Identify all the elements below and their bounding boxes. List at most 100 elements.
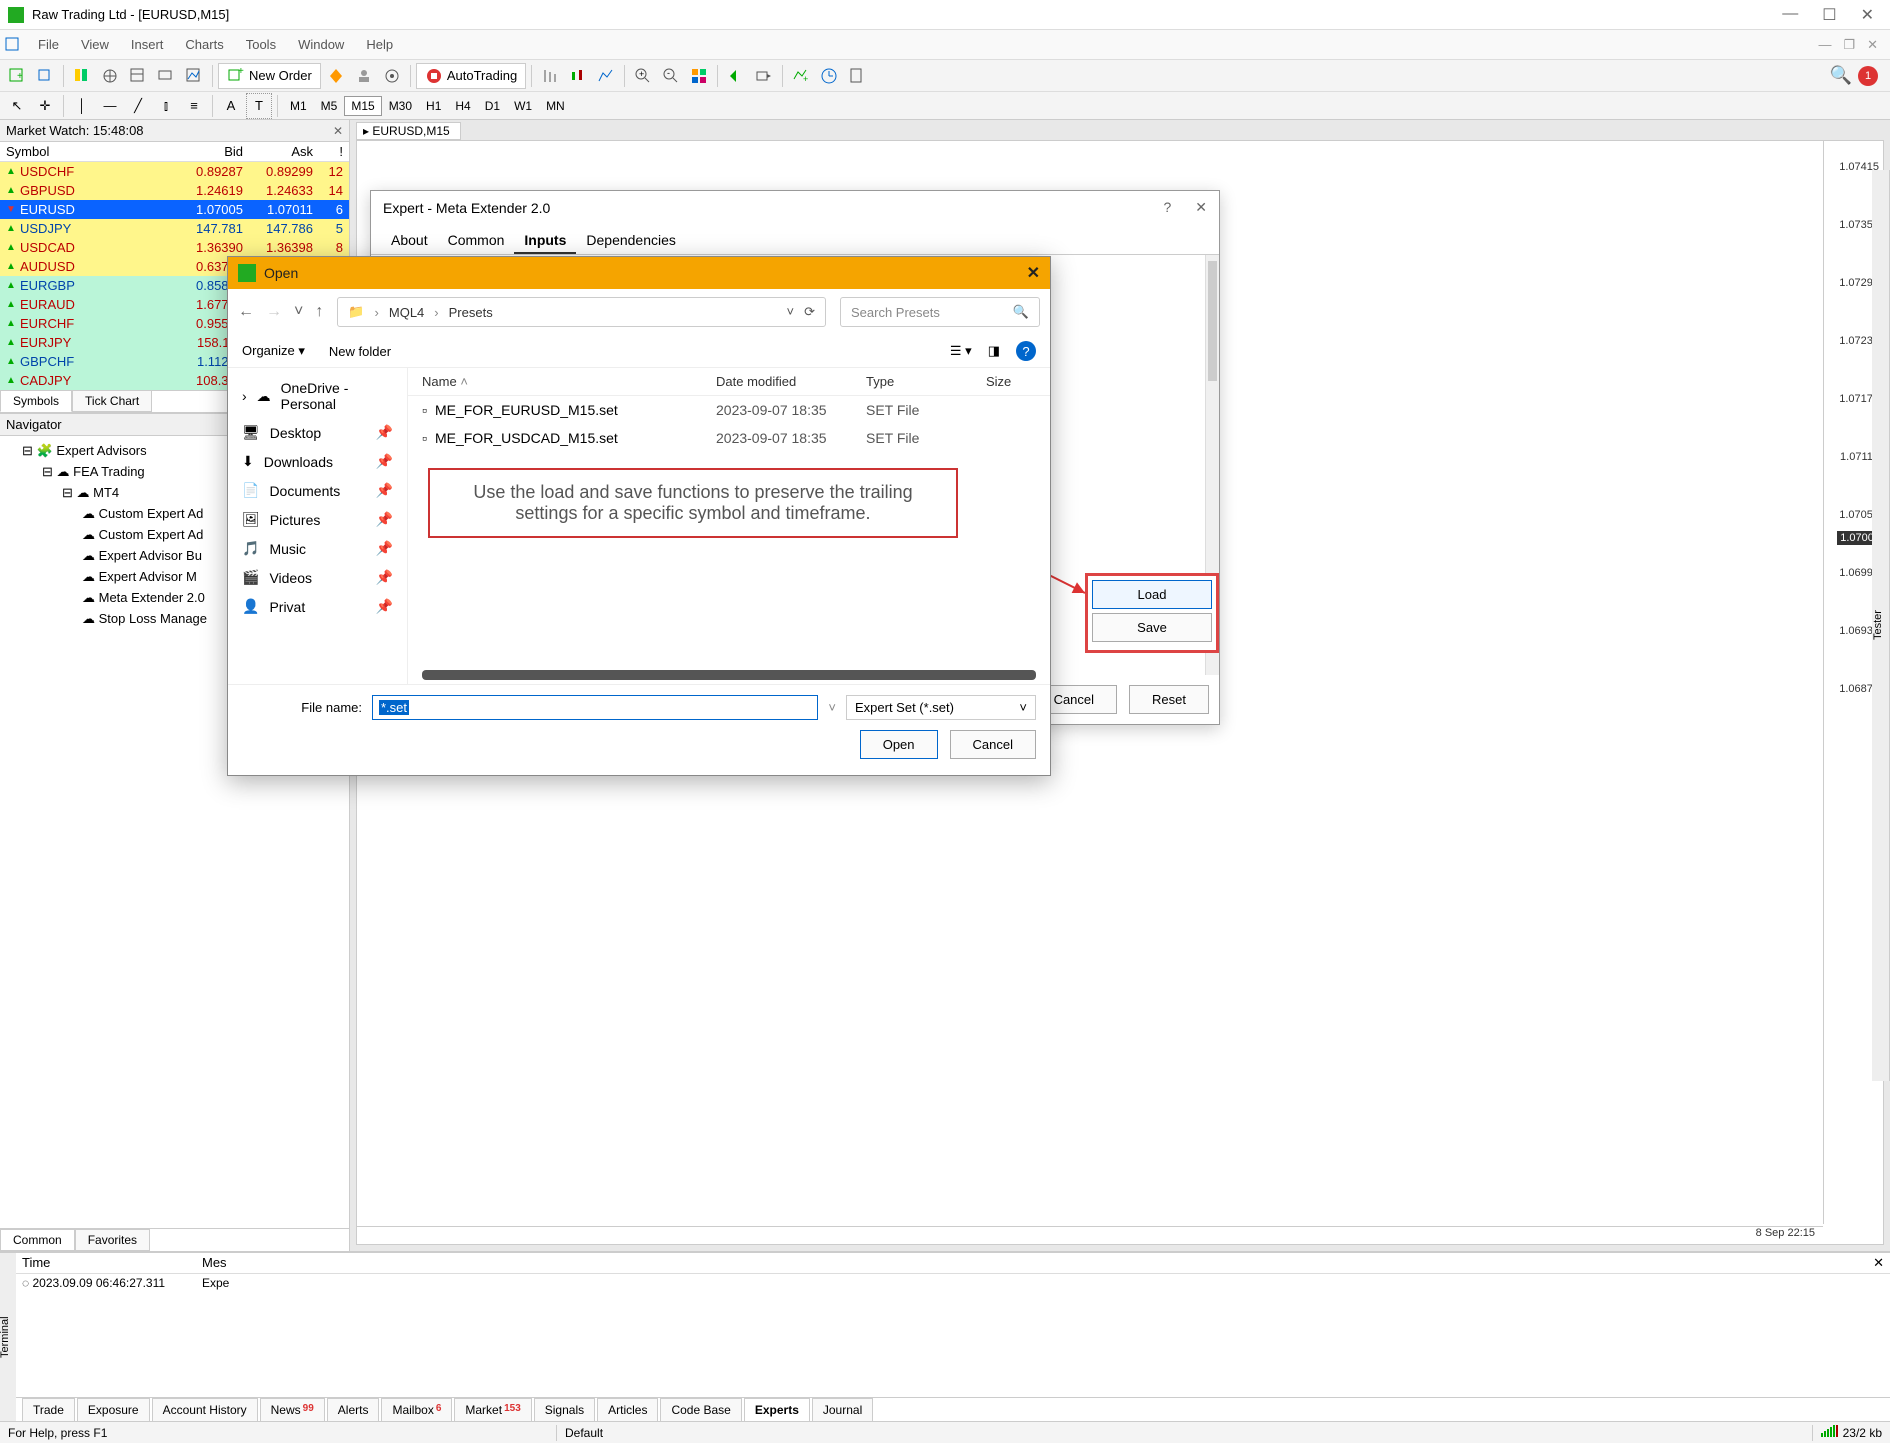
tester-icon[interactable] [181,63,207,89]
profiles-icon[interactable] [32,63,58,89]
mw-row-usdcad[interactable]: ▲USDCAD1.363901.363988 [0,238,349,257]
open-button[interactable]: Open [860,730,938,759]
terminal-tab-market[interactable]: Market 153 [454,1398,531,1421]
meta-quotes-icon[interactable] [323,63,349,89]
vline-icon[interactable]: │ [69,93,95,119]
expert-reset-button[interactable]: Reset [1129,685,1209,714]
mdi-close-icon[interactable]: ✕ [1867,37,1878,53]
terminal-label[interactable]: Terminal [0,1253,16,1421]
tile-windows-icon[interactable] [686,63,712,89]
data-window-icon[interactable] [97,63,123,89]
terminal-close-icon[interactable]: ✕ [1873,1255,1884,1271]
equidistant-icon[interactable]: ⫾ [153,93,179,119]
menu-help[interactable]: Help [356,33,403,56]
file-row[interactable]: ▫ME_FOR_EURUSD_M15.set2023-09-07 18:35SE… [408,396,1050,424]
file-col-size[interactable]: Size [986,374,1036,389]
menu-view[interactable]: View [71,33,119,56]
navigator-icon[interactable] [125,63,151,89]
breadcrumb-bar[interactable]: 📁 › MQL4 › Presets ˅ ⟳ [337,297,826,327]
expert-save-button[interactable]: Save [1092,613,1212,642]
crosshair-icon[interactable]: ✛ [32,93,58,119]
breadcrumb-dropdown-icon[interactable]: ˅ [787,304,795,320]
menu-tools[interactable]: Tools [236,33,286,56]
timeframe-m1[interactable]: M1 [283,96,314,116]
cursor-icon[interactable]: ↖ [4,93,30,119]
close-button[interactable]: ✕ [1861,5,1874,25]
maximize-button[interactable]: ☐ [1822,5,1836,25]
file-col-date[interactable]: Date modified [716,374,866,389]
terminal-tab-exposure[interactable]: Exposure [77,1398,150,1421]
new-folder-button[interactable]: New folder [329,344,391,359]
open-dialog-close-icon[interactable]: ✕ [1027,263,1040,283]
sidebar-downloads[interactable]: ⬇ Downloads📌 [228,447,407,476]
sidebar-documents[interactable]: 📄 Documents📌 [228,476,407,505]
mw-tab-symbols[interactable]: Symbols [0,391,72,412]
chart-shift-icon[interactable] [751,63,777,89]
mw-row-eurusd[interactable]: ▼EURUSD1.070051.070116 [0,200,349,219]
mw-col-bid[interactable]: Bid [173,144,243,159]
auto-scroll-icon[interactable] [723,63,749,89]
search-icon[interactable]: 🔍 [1830,65,1852,86]
expert-load-button[interactable]: Load [1092,580,1212,609]
timeframe-h4[interactable]: H4 [448,96,477,116]
organize-menu[interactable]: Organize ▾ [242,343,305,359]
line-chart-icon[interactable] [593,63,619,89]
nav-back-icon[interactable]: ← [238,303,254,321]
mdi-restore-icon[interactable]: ❐ [1843,37,1855,53]
minimize-button[interactable]: — [1782,5,1798,25]
help-icon[interactable]: ? [1016,341,1036,361]
trendline-icon[interactable]: ╱ [125,93,151,119]
mw-col-spread[interactable]: ! [313,144,343,159]
timeframe-d1[interactable]: D1 [478,96,507,116]
terminal-col-time[interactable]: Time [22,1255,202,1271]
terminal-col-message[interactable]: Mes [202,1255,1873,1271]
sidebar-videos[interactable]: 🎬 Videos📌 [228,563,407,592]
file-row[interactable]: ▫ME_FOR_USDCAD_M15.set2023-09-07 18:35SE… [408,424,1050,452]
fibonacci-icon[interactable]: ≡ [181,93,207,119]
timeframe-m15[interactable]: M15 [344,96,381,116]
menu-window[interactable]: Window [288,33,354,56]
cancel-button[interactable]: Cancel [950,730,1036,759]
timeframe-m5[interactable]: M5 [314,96,345,116]
mw-col-ask[interactable]: Ask [243,144,313,159]
terminal-tab-news[interactable]: News 99 [260,1398,325,1421]
nav-tab-favorites[interactable]: Favorites [75,1229,150,1251]
sidebar-privat[interactable]: 👤 Privat📌 [228,592,407,621]
expert-list-icon[interactable] [351,63,377,89]
menu-insert[interactable]: Insert [121,33,174,56]
bar-chart-icon[interactable] [537,63,563,89]
file-col-name[interactable]: Name ˄ [422,374,716,389]
nav-forward-icon[interactable]: → [266,303,282,321]
expert-tab-common[interactable]: Common [438,228,515,254]
sidebar-pictures[interactable]: 🖼 Pictures📌 [228,505,407,534]
terminal-tab-mailbox[interactable]: Mailbox 6 [381,1398,452,1421]
indicator-list-icon[interactable]: + [788,63,814,89]
market-watch-icon[interactable] [69,63,95,89]
new-window-icon[interactable] [4,36,22,54]
expert-tab-inputs[interactable]: Inputs [514,228,576,254]
terminal-icon[interactable] [153,63,179,89]
view-list-icon[interactable]: ☰ ▾ [950,343,972,359]
hline-icon[interactable]: — [97,93,123,119]
menu-charts[interactable]: Charts [175,33,233,56]
sidebar-desktop[interactable]: 🖥 Desktop📌 [228,418,407,447]
timeframe-w1[interactable]: W1 [507,96,539,116]
nav-tab-common[interactable]: Common [0,1229,75,1251]
search-presets-input[interactable]: Search Presets 🔍 [840,297,1040,327]
filetype-filter[interactable]: Expert Set (*.set)˅ [846,695,1036,720]
periodicity-icon[interactable] [816,63,842,89]
nav-recent-icon[interactable]: ˅ [294,303,303,321]
timeframe-mn[interactable]: MN [539,96,572,116]
mw-row-usdjpy[interactable]: ▲USDJPY147.781147.7865 [0,219,349,238]
terminal-tab-articles[interactable]: Articles [597,1398,658,1421]
terminal-tab-signals[interactable]: Signals [534,1398,595,1421]
sidebar-music[interactable]: 🎵 Music📌 [228,534,407,563]
file-list-hscrollbar[interactable] [422,670,1036,680]
terminal-tab-trade[interactable]: Trade [22,1398,75,1421]
notification-badge[interactable]: 1 [1858,66,1878,86]
preview-pane-icon[interactable]: ◨ [988,343,1000,359]
terminal-tab-experts[interactable]: Experts [744,1398,810,1421]
timeframe-h1[interactable]: H1 [419,96,448,116]
refresh-icon[interactable]: ⟳ [804,304,815,320]
nav-up-icon[interactable]: ↑ [315,303,323,321]
